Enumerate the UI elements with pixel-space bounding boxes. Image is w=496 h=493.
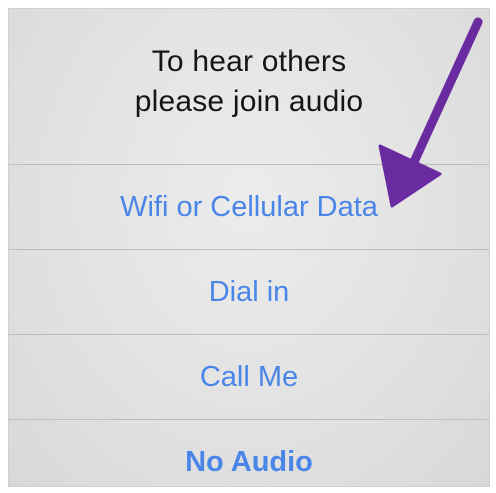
pointer-arrow-icon [378,17,483,208]
